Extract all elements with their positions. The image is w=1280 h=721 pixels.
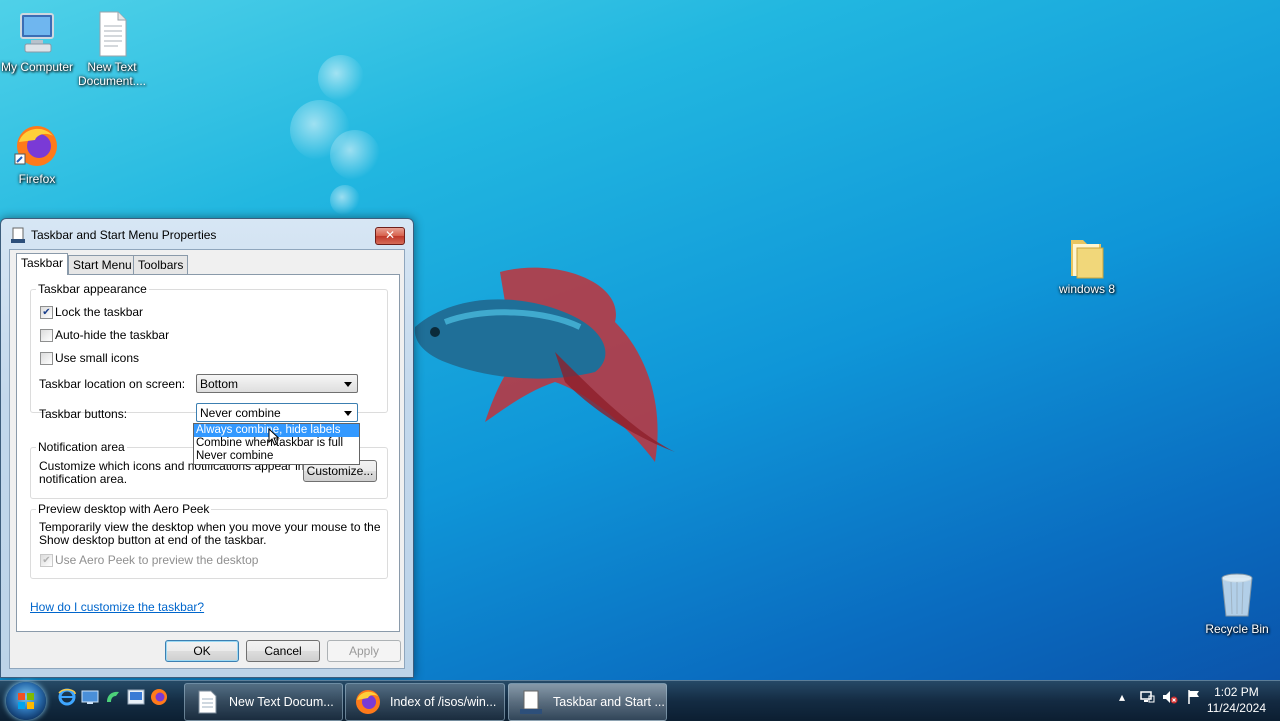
desktop-icon-label: New Text Document....: [77, 60, 147, 88]
media-icon[interactable]: [127, 688, 145, 706]
clock-date: 11/24/2024: [1206, 701, 1266, 715]
wallpaper-bubble: [318, 55, 364, 101]
volume-muted-icon[interactable]: [1162, 689, 1178, 705]
desktop-icon-recycle-bin[interactable]: Recycle Bin: [1197, 572, 1277, 636]
aero-peek-description-1: Temporarily view the desktop when you mo…: [39, 520, 381, 534]
clock-time: 1:02 PM: [1214, 685, 1259, 699]
taskbar-window-notepad[interactable]: New Text Docum...: [184, 683, 343, 721]
action-center-flag-icon[interactable]: [1186, 689, 1202, 705]
computer-icon: [13, 10, 61, 58]
switch-windows-icon[interactable]: [104, 688, 122, 706]
taskbar-buttons-value: Never combine: [200, 406, 281, 420]
desktop-icon-label: My Computer: [0, 60, 74, 74]
folder-icon: [1063, 232, 1111, 280]
taskbar-window-taskbar-properties[interactable]: Taskbar and Start ...: [508, 683, 667, 721]
recycle-bin-icon: [1213, 572, 1261, 620]
aero-peek-title: Preview desktop with Aero Peek: [36, 502, 212, 516]
notification-description-2: notification area.: [39, 472, 128, 486]
internet-explorer-icon[interactable]: [58, 688, 76, 706]
tab-start-menu[interactable]: Start Menu: [68, 255, 137, 274]
start-button[interactable]: [6, 682, 46, 720]
taskbar-window-label: New Text Docum...: [229, 695, 334, 709]
autohide-checkbox[interactable]: [40, 329, 53, 342]
tab-taskbar[interactable]: Taskbar: [16, 253, 69, 275]
chevron-down-icon: [344, 411, 352, 416]
wallpaper-bubble: [330, 130, 380, 180]
taskbar-properties-icon: [11, 227, 25, 243]
lock-taskbar-checkbox[interactable]: ✔: [40, 306, 53, 319]
desktop-icon-new-text-document[interactable]: New Text Document....: [72, 10, 152, 88]
close-button[interactable]: ✕: [375, 227, 405, 245]
desktop-icon-label: Recycle Bin: [1205, 622, 1269, 636]
wallpaper-bubble: [330, 185, 360, 215]
desktop-icon-my-computer[interactable]: My Computer: [0, 10, 77, 74]
desktop-icon-windows-8-folder[interactable]: windows 8: [1047, 232, 1127, 296]
apply-button[interactable]: Apply: [327, 640, 401, 662]
firefox-icon: [13, 122, 61, 170]
windows-logo-icon: [18, 693, 34, 709]
cancel-button[interactable]: Cancel: [246, 640, 320, 662]
ok-button[interactable]: OK: [165, 640, 239, 662]
help-link[interactable]: How do I customize the taskbar?: [30, 600, 204, 614]
location-label: Taskbar location on screen:: [39, 377, 186, 391]
wallpaper-fish: [414, 267, 675, 462]
desktop-icon-label: windows 8: [1058, 282, 1116, 296]
small-icons-label[interactable]: Use small icons: [55, 351, 139, 365]
location-select[interactable]: Bottom: [196, 374, 358, 393]
firefox-icon: [356, 690, 380, 714]
notification-area-title: Notification area: [36, 440, 127, 454]
text-document-icon: [88, 10, 136, 58]
taskbar-buttons-label: Taskbar buttons:: [39, 407, 128, 421]
lock-taskbar-label[interactable]: Lock the taskbar: [55, 305, 143, 319]
taskbar-window-label: Index of /isos/win...: [390, 695, 497, 709]
aero-peek-checkbox[interactable]: ✔: [40, 554, 53, 567]
location-value: Bottom: [200, 377, 239, 391]
tab-toolbars[interactable]: Toolbars: [133, 255, 189, 274]
taskbar-window-label: Taskbar and Start ...: [553, 695, 665, 709]
show-desktop-icon[interactable]: [81, 688, 99, 706]
chevron-down-icon: [344, 382, 352, 387]
desktop-icon-label: Firefox: [18, 172, 56, 186]
taskbar-buttons-select[interactable]: Never combine: [196, 403, 358, 422]
desktop-icon-firefox[interactable]: Firefox: [0, 122, 77, 186]
dialog-title: Taskbar and Start Menu Properties: [31, 228, 217, 242]
dialog-titlebar[interactable]: Taskbar and Start Menu Properties ✕: [1, 219, 413, 249]
show-hidden-icons-icon[interactable]: ▴: [1114, 689, 1130, 705]
taskbar-window-firefox[interactable]: Index of /isos/win...: [345, 683, 505, 721]
firefox-icon[interactable]: [150, 688, 168, 706]
dropdown-option-never-combine[interactable]: Never combine: [194, 450, 359, 463]
autohide-label[interactable]: Auto-hide the taskbar: [55, 328, 169, 342]
taskbar-clock[interactable]: 1:02 PM 11/24/2024: [1207, 684, 1266, 716]
notepad-icon: [198, 690, 217, 714]
taskbar-appearance-title: Taskbar appearance: [36, 282, 149, 296]
network-icon[interactable]: [1139, 689, 1155, 705]
mouse-cursor-icon: [268, 428, 280, 446]
aero-peek-description-2: Show desktop button at end of the taskba…: [39, 533, 267, 547]
taskbar-properties-icon: [520, 690, 542, 714]
aero-peek-label[interactable]: Use Aero Peek to preview the desktop: [55, 553, 258, 567]
small-icons-checkbox[interactable]: [40, 352, 53, 365]
taskbar: New Text Docum... Index of /isos/win... …: [0, 680, 1280, 721]
